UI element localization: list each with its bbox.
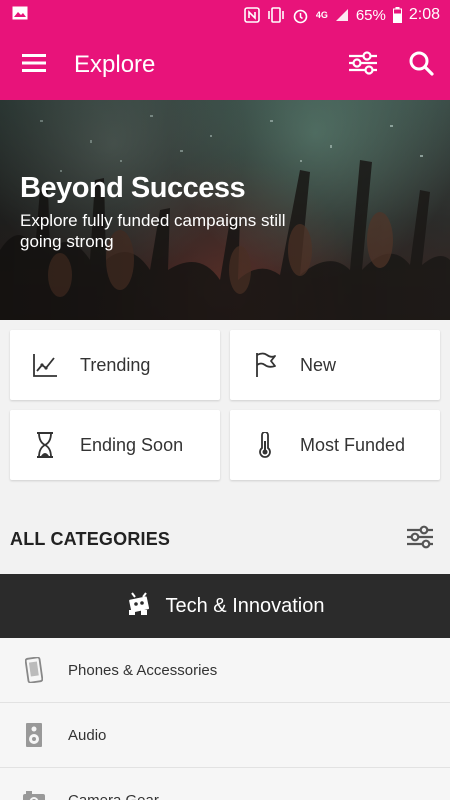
tile-new[interactable]: New <box>230 330 440 400</box>
battery-percentage: 65% <box>355 6 386 24</box>
explore-tiles: Trending New Ending Soon Most Funded <box>0 320 450 480</box>
image-notification-icon <box>12 6 28 24</box>
hourglass-icon <box>32 432 58 458</box>
list-item-camera-label: Camera Gear <box>68 791 159 800</box>
filter-sliders-icon[interactable] <box>348 50 378 80</box>
hero-subtitle: Explore fully funded campaigns still goi… <box>20 211 286 251</box>
speaker-icon <box>22 722 46 748</box>
list-item-camera[interactable]: Camera Gear <box>0 768 450 800</box>
hero-banner[interactable]: Beyond Success Explore fully funded camp… <box>0 100 450 320</box>
hero-title: Beyond Success <box>20 172 246 204</box>
clock: 2:08 <box>408 6 440 23</box>
tile-trending[interactable]: Trending <box>10 330 220 400</box>
categories-title: ALL CATEGORIES <box>10 529 171 549</box>
menu-icon[interactable] <box>22 53 46 77</box>
network-type-label: 4G <box>315 10 328 20</box>
tile-ending-soon[interactable]: Ending Soon <box>10 410 220 480</box>
list-item-phones-label: Phones & Accessories <box>68 661 218 679</box>
categories-header: ALL CATEGORIES <box>0 480 450 574</box>
tile-trending-label: Trending <box>80 354 151 375</box>
tile-ending-soon-label: Ending Soon <box>80 434 184 455</box>
flag-icon <box>252 352 278 378</box>
category-tech-innovation[interactable]: Tech & Innovation <box>0 574 450 638</box>
vibrate-icon <box>267 7 285 23</box>
trending-icon <box>32 352 58 378</box>
status-bar: 4G 65% 2:08 <box>0 0 450 30</box>
list-item-phones[interactable]: Phones & Accessories <box>0 638 450 703</box>
tile-most-funded[interactable]: Most Funded <box>230 410 440 480</box>
page-title: Explore <box>74 51 156 78</box>
thermometer-icon <box>252 432 278 458</box>
list-item-audio[interactable]: Audio <box>0 703 450 768</box>
search-icon[interactable] <box>408 50 434 81</box>
camera-icon <box>22 789 46 800</box>
app-bar: Explore <box>0 30 450 100</box>
tile-most-funded-label: Most Funded <box>300 434 406 455</box>
tile-new-label: New <box>300 354 337 375</box>
battery-icon <box>392 7 402 23</box>
robot-icon <box>126 590 152 622</box>
category-filter-icon[interactable] <box>406 525 434 554</box>
phone-icon <box>22 657 46 683</box>
nfc-icon <box>244 7 260 23</box>
signal-icon <box>335 8 349 22</box>
alarm-icon <box>292 7 309 24</box>
category-tech-label: Tech & Innovation <box>165 594 325 617</box>
list-item-audio-label: Audio <box>68 726 107 744</box>
